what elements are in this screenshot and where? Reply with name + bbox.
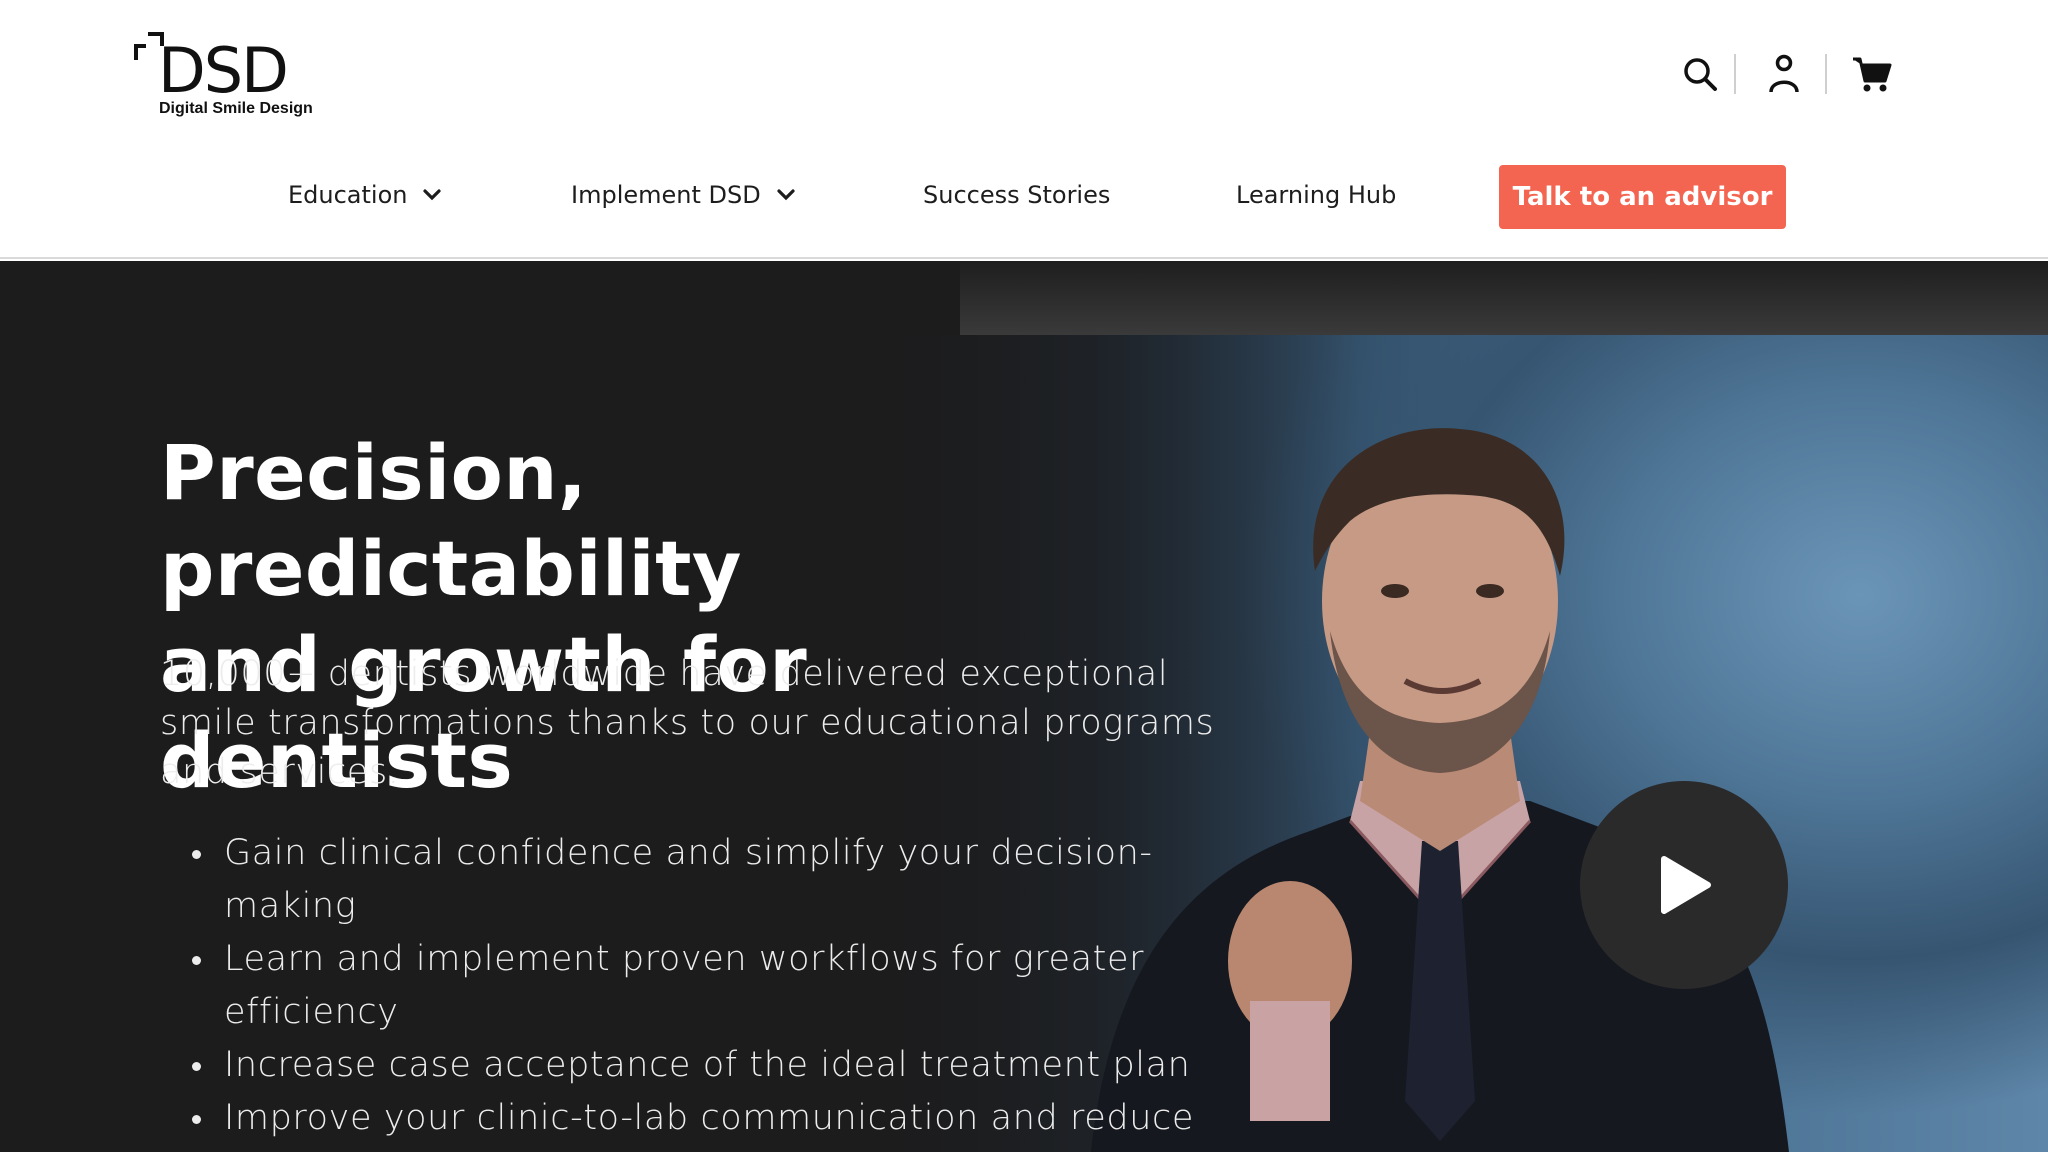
- hero-intro: 10,000+ dentists worldwide have delivere…: [160, 650, 1260, 797]
- cart-icon[interactable]: [1846, 48, 1898, 100]
- logo-wordmark: DSD: [158, 34, 289, 107]
- bullet-text: efficiency: [224, 992, 399, 1032]
- nav-item-implement-dsd[interactable]: Implement DSD: [571, 162, 797, 228]
- hero-intro-line: 10,000+ dentists worldwide have delivere…: [160, 654, 1169, 694]
- dsd-logo[interactable]: DSD Digital Smile Design: [134, 30, 324, 122]
- chevron-down-icon: [775, 184, 797, 206]
- nav-item-success-stories[interactable]: Success Stories: [923, 162, 1110, 228]
- nav-item-label: Success Stories: [923, 181, 1111, 209]
- talk-to-advisor-button[interactable]: Talk to an advisor: [1499, 165, 1786, 229]
- list-item: Increase case acceptance of the ideal tr…: [160, 1039, 1260, 1092]
- list-item: Gain clinical confidence and simplify yo…: [160, 827, 1260, 933]
- nav-item-learning-hub[interactable]: Learning Hub: [1236, 162, 1396, 228]
- nav-item-label: Learning Hub: [1236, 181, 1397, 209]
- site-header: DSD Digital Smile Design Education Imple…: [0, 0, 2048, 259]
- bullet-text: Gain clinical confidence and simplify yo…: [224, 833, 1153, 873]
- logo-tagline: Digital Smile Design: [159, 100, 313, 117]
- bullet-text: making: [224, 886, 357, 926]
- video-play-button[interactable]: [1580, 781, 1788, 989]
- list-item: Learn and implement proven workflows for…: [160, 933, 1260, 1039]
- bullet-text: Increase case acceptance of the ideal tr…: [224, 1045, 1191, 1085]
- search-icon[interactable]: [1674, 48, 1726, 100]
- hero-section: Precision, predictability and growth for…: [0, 261, 2048, 1152]
- hero-top-band: [960, 261, 2048, 335]
- hero-intro-line: and services.: [160, 752, 400, 792]
- utility-divider: [1734, 54, 1736, 94]
- hero-title-line: Precision, predictability: [160, 428, 742, 613]
- nav-item-label: Implement DSD: [571, 181, 761, 209]
- bullet-text: Improve your clinic-to-lab communication…: [224, 1098, 1194, 1138]
- utility-divider: [1825, 54, 1827, 94]
- utility-bar: [1674, 48, 1904, 100]
- play-icon: [1661, 856, 1711, 914]
- benefit-list: Gain clinical confidence and simplify yo…: [160, 827, 1260, 1145]
- hero-intro-line: smile transformations thanks to our educ…: [160, 703, 1215, 743]
- list-item: Improve your clinic-to-lab communication…: [160, 1092, 1260, 1145]
- user-icon[interactable]: [1758, 48, 1810, 100]
- chevron-down-icon: [421, 184, 443, 206]
- nav-item-label: Education: [288, 181, 408, 209]
- nav-item-education[interactable]: Education: [288, 162, 443, 228]
- bullet-text: Learn and implement proven workflows for…: [224, 939, 1145, 979]
